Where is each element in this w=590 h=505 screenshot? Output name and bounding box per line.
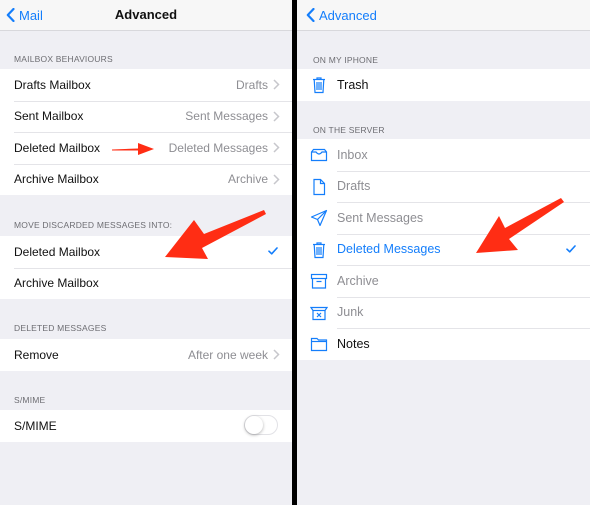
row-value: Archive bbox=[227, 172, 268, 187]
mailbox-label: Inbox bbox=[337, 147, 368, 162]
mailbox-deleted-messages[interactable]: Deleted Messages bbox=[297, 233, 590, 266]
mailbox-label: Sent Messages bbox=[337, 210, 424, 225]
row-label: Deleted Mailbox bbox=[14, 140, 101, 155]
move-discarded-group: Deleted Mailbox Archive Mailbox bbox=[0, 236, 292, 299]
chevron-right-icon bbox=[273, 79, 280, 90]
section-header-move-discarded: MOVE DISCARDED MESSAGES INTO: bbox=[14, 220, 173, 230]
row-value: Sent Messages bbox=[185, 109, 268, 124]
section-header-mailbox-behaviours: MAILBOX BEHAVIOURS bbox=[14, 54, 113, 64]
inbox-icon bbox=[310, 148, 328, 162]
folder-icon bbox=[310, 337, 328, 352]
option-deleted-mailbox[interactable]: Deleted Mailbox bbox=[0, 236, 292, 268]
drafts-icon bbox=[313, 178, 326, 195]
smime-toggle[interactable] bbox=[244, 415, 278, 435]
option-archive-mailbox[interactable]: Archive Mailbox bbox=[0, 267, 292, 300]
back-button[interactable]: Advanced bbox=[306, 7, 377, 23]
mailbox-inbox: Inbox bbox=[297, 139, 590, 171]
deleted-messages-group: Remove After one week bbox=[0, 339, 292, 371]
mailbox-drafts: Drafts bbox=[297, 170, 590, 203]
chevron-right-icon bbox=[273, 142, 280, 153]
chevron-right-icon bbox=[273, 110, 280, 122]
row-smime: S/MIME bbox=[0, 410, 292, 442]
section-header-smime: S/MIME bbox=[14, 395, 46, 405]
on-my-iphone-group: Trash bbox=[297, 69, 590, 101]
row-deleted-mailbox[interactable]: Deleted Mailbox Deleted Messages bbox=[0, 132, 292, 164]
mailbox-label: Notes bbox=[337, 336, 370, 351]
row-label: Remove bbox=[14, 347, 59, 362]
row-label: Archive Mailbox bbox=[14, 172, 99, 187]
chevron-left-icon bbox=[306, 8, 315, 22]
mailbox-archive: Archive bbox=[297, 265, 590, 297]
nav-bar: Mail Advanced bbox=[0, 0, 292, 31]
checkmark-icon bbox=[268, 247, 278, 255]
mailbox-label: Trash bbox=[337, 77, 369, 92]
row-label: S/MIME bbox=[14, 418, 57, 433]
row-archive-mailbox[interactable]: Archive Mailbox Archive bbox=[0, 163, 292, 196]
mailbox-trash[interactable]: Trash bbox=[297, 69, 590, 101]
back-label: Advanced bbox=[319, 7, 377, 23]
row-remove[interactable]: Remove After one week bbox=[0, 339, 292, 371]
section-header-on-the-server: ON THE SERVER bbox=[313, 125, 385, 135]
row-label: Drafts Mailbox bbox=[14, 77, 91, 92]
nav-bar: Advanced bbox=[297, 0, 590, 31]
archive-icon bbox=[310, 273, 328, 289]
chevron-right-icon bbox=[273, 173, 280, 185]
junk-icon bbox=[310, 306, 328, 320]
mailbox-picker-panel: Advanced ON MY IPHONE Trash ON THE SERVE… bbox=[297, 0, 590, 505]
mailbox-label: Deleted Messages bbox=[337, 242, 441, 257]
mailbox-notes[interactable]: Notes bbox=[297, 328, 590, 360]
section-header-on-my-iphone: ON MY IPHONE bbox=[313, 55, 379, 65]
trash-icon bbox=[313, 77, 325, 94]
advanced-settings-panel: Mail Advanced MAILBOX BEHAVIOURS Drafts … bbox=[0, 0, 292, 505]
mailbox-label: Drafts bbox=[337, 179, 371, 194]
row-label: Deleted Mailbox bbox=[14, 244, 101, 259]
mailbox-behaviours-group: Drafts Mailbox Drafts Sent Mailbox Sent … bbox=[0, 69, 292, 195]
row-value: Drafts bbox=[235, 77, 268, 92]
on-the-server-group: Inbox Drafts Sent Messages Deleted Messa… bbox=[297, 139, 590, 360]
mailbox-junk: Junk bbox=[297, 296, 590, 329]
smime-group: S/MIME bbox=[0, 410, 292, 442]
row-sent-mailbox[interactable]: Sent Mailbox Sent Messages bbox=[0, 100, 292, 133]
sent-icon bbox=[310, 209, 328, 227]
mailbox-label: Archive bbox=[337, 273, 379, 288]
page-title: Advanced bbox=[114, 7, 178, 22]
row-label: Archive Mailbox bbox=[14, 276, 99, 291]
row-value: Deleted Messages bbox=[168, 140, 268, 155]
checkmark-icon bbox=[566, 244, 576, 253]
row-drafts-mailbox[interactable]: Drafts Mailbox Drafts bbox=[0, 69, 292, 101]
row-value: After one week bbox=[187, 347, 268, 362]
trash-icon bbox=[313, 241, 325, 258]
chevron-right-icon bbox=[273, 349, 280, 360]
section-header-deleted-messages: DELETED MESSAGES bbox=[14, 323, 107, 333]
toggle-knob bbox=[245, 416, 263, 434]
row-label: Sent Mailbox bbox=[14, 109, 84, 124]
mailbox-label: Junk bbox=[337, 305, 364, 320]
mailbox-sent-messages: Sent Messages bbox=[297, 202, 590, 234]
